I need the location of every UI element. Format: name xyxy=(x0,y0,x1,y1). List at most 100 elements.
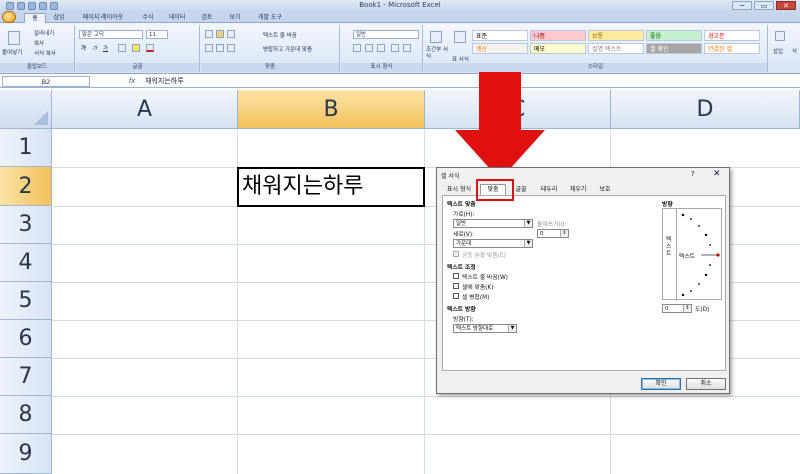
cell-style-0[interactable]: 표준 xyxy=(472,30,528,41)
tab-page-layout[interactable]: 페이지 레이아웃 xyxy=(72,13,134,23)
maximize-button[interactable]: ▭ xyxy=(754,1,774,10)
tab-protection[interactable]: 보호 xyxy=(594,185,616,195)
cut-button[interactable]: 잘라내기 xyxy=(34,29,54,37)
tab-view[interactable]: 보기 xyxy=(222,13,248,23)
wrap-text-button[interactable]: 텍스트 줄 바꿈 xyxy=(263,31,297,39)
align-bottom-icon[interactable] xyxy=(227,30,235,38)
italic-button[interactable]: 가 xyxy=(92,44,97,52)
minimize-button[interactable]: ─ xyxy=(732,1,752,10)
tab-developer[interactable]: 개발 도구 xyxy=(250,13,290,23)
number-format-select[interactable]: 일반 xyxy=(353,30,419,39)
spinner-icon[interactable]: ⇕ xyxy=(683,305,691,312)
delete-cells-button[interactable]: 삭 xyxy=(792,47,797,55)
table-format-button[interactable]: 표 서식 xyxy=(452,55,469,63)
wrap-text-checkbox[interactable] xyxy=(453,273,459,279)
cell-style-4[interactable]: 경고문 xyxy=(704,30,760,41)
row-header-6[interactable]: 6 xyxy=(0,320,52,358)
cell-style-1[interactable]: 나쁨 xyxy=(530,30,586,41)
shrink-to-fit-checkbox[interactable] xyxy=(453,283,459,289)
comma-icon[interactable] xyxy=(377,44,385,52)
border-icon[interactable] xyxy=(118,44,126,52)
merge-center-button[interactable]: 병합하고 가운데 맞춤 xyxy=(263,45,312,53)
orientation-box[interactable]: 텍스트 텍스트 xyxy=(662,208,722,301)
cell-b2[interactable]: 채워지는하루 xyxy=(237,167,425,207)
justify-distributed-label: 균등 분할 맞춤(E) xyxy=(462,253,506,259)
tab-fill[interactable]: 채우기 xyxy=(565,185,591,195)
cell-style-6[interactable]: 메모 xyxy=(530,43,586,54)
conditional-format-button[interactable]: 조건부 서식 xyxy=(426,47,448,61)
tab-data[interactable]: 데이터 xyxy=(162,13,192,23)
row-header-8[interactable]: 8 xyxy=(0,396,52,434)
clipboard-group: 붙여넣기 잘라내기 복사 서식 복사 클립보드 xyxy=(0,25,75,72)
increase-decimal-icon[interactable] xyxy=(391,44,399,52)
align-center-icon[interactable] xyxy=(216,44,224,52)
font-group: 맑은 고딕 11 가 가 가 글꼴 xyxy=(76,25,200,72)
row-header-4[interactable]: 4 xyxy=(0,244,52,282)
paste-icon[interactable] xyxy=(8,31,20,45)
fx-icon[interactable]: fx xyxy=(126,76,138,87)
column-header-d[interactable]: D xyxy=(611,90,800,129)
bold-button[interactable]: 가 xyxy=(81,44,86,52)
row-header-7[interactable]: 7 xyxy=(0,358,52,396)
row-header-5[interactable]: 5 xyxy=(0,282,52,320)
align-middle-icon[interactable] xyxy=(216,30,224,38)
align-top-icon[interactable] xyxy=(205,30,213,38)
tab-insert[interactable]: 삽입 xyxy=(48,13,70,23)
cancel-button[interactable]: 취소 xyxy=(686,378,726,390)
merge-cells-checkbox[interactable] xyxy=(453,293,459,299)
font-color-icon[interactable] xyxy=(146,44,154,52)
help-icon[interactable]: ? xyxy=(691,170,695,178)
cell-style-9[interactable]: 연결된 셀 xyxy=(704,43,760,54)
direction-select[interactable]: 텍스트 방향대로 ▼ xyxy=(453,324,517,333)
tab-review[interactable]: 검토 xyxy=(194,13,220,23)
cell-style-5[interactable]: 계산 xyxy=(472,43,528,54)
dialog-close-icon[interactable]: ✕ xyxy=(713,169,721,179)
tab-formulas[interactable]: 수식 xyxy=(136,13,160,23)
justify-distributed-checkbox[interactable] xyxy=(453,251,459,257)
row-header-1[interactable]: 1 xyxy=(0,129,52,167)
degrees-spinner[interactable]: 0 ⇕ xyxy=(662,304,692,313)
conditional-format-icon[interactable] xyxy=(430,31,442,43)
vertical-select[interactable]: 가운데 ▼ xyxy=(453,239,533,248)
table-format-icon[interactable] xyxy=(454,31,466,43)
orientation-text-label: 텍스트 xyxy=(679,254,695,260)
currency-icon[interactable] xyxy=(353,44,361,52)
ok-button[interactable]: 확인 xyxy=(641,378,681,390)
row-header-3[interactable]: 3 xyxy=(0,206,52,244)
red-arrow-annotation xyxy=(455,72,545,180)
name-box[interactable]: B2 xyxy=(2,76,90,87)
cell-style-3[interactable]: 좋음 xyxy=(646,30,702,41)
indent-spinner[interactable]: 0 ⇕ xyxy=(537,229,569,238)
font-name-select[interactable]: 맑은 고딕 xyxy=(79,30,143,39)
fill-color-icon[interactable] xyxy=(132,44,140,52)
cell-style-7[interactable]: 설명 텍스트 xyxy=(588,43,644,54)
font-size-select[interactable]: 11 xyxy=(146,30,168,39)
horizontal-label: 가로(H): xyxy=(453,212,475,218)
office-button[interactable] xyxy=(2,11,16,23)
copy-button[interactable]: 복사 xyxy=(34,39,44,47)
tab-border[interactable]: 테두리 xyxy=(536,185,562,195)
vertical-label: 세로(V): xyxy=(453,232,475,238)
vertical-text-option[interactable]: 텍스트 xyxy=(666,237,674,258)
select-all-corner[interactable] xyxy=(0,90,52,129)
spinner-icon[interactable]: ⇕ xyxy=(560,230,568,237)
underline-button[interactable]: 가 xyxy=(103,44,108,52)
format-painter-button[interactable]: 서식 복사 xyxy=(34,49,56,57)
tab-number-format[interactable]: 표시 형식 xyxy=(442,185,476,195)
align-left-icon[interactable] xyxy=(205,44,213,52)
column-header-b[interactable]: B xyxy=(238,90,425,129)
column-header-a[interactable]: A xyxy=(52,90,238,129)
insert-cells-icon[interactable] xyxy=(775,31,785,41)
paste-button[interactable]: 붙여넣기 xyxy=(2,48,22,56)
row-header-9[interactable]: 9 xyxy=(0,434,52,474)
percent-icon[interactable] xyxy=(365,44,373,52)
tab-home[interactable]: 홈 xyxy=(24,13,46,23)
align-right-icon[interactable] xyxy=(227,44,235,52)
cell-style-2[interactable]: 보통 xyxy=(588,30,644,41)
cell-style-8[interactable]: 셀 확인 xyxy=(646,43,702,54)
horizontal-select[interactable]: 일반 ▼ xyxy=(453,219,533,228)
insert-cells-button[interactable]: 삽입 xyxy=(773,47,783,55)
row-header-2[interactable]: 2 xyxy=(0,167,52,206)
decrease-decimal-icon[interactable] xyxy=(403,44,411,52)
close-button[interactable]: ✕ xyxy=(776,1,796,10)
